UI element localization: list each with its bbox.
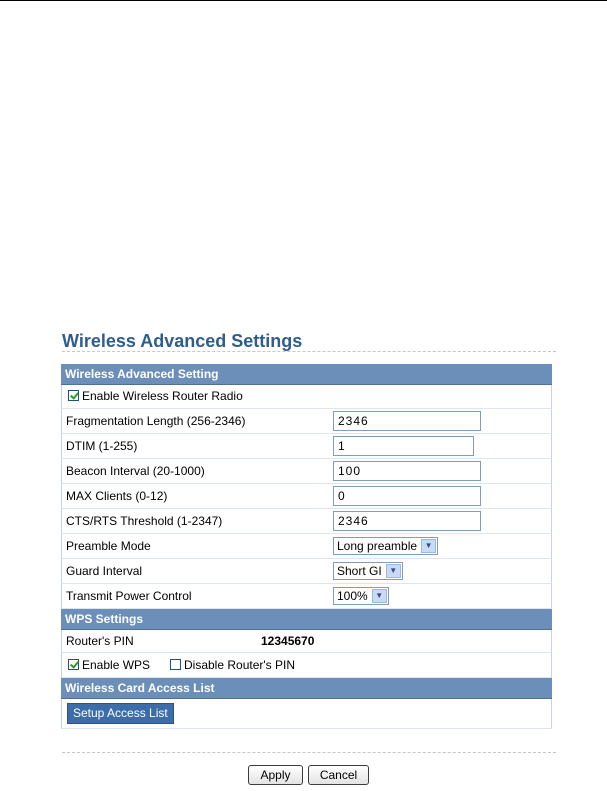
wps-section-header: WPS Settings	[61, 609, 552, 630]
preamble-select[interactable]: Long preamble ▼	[333, 537, 439, 555]
access-section-header: Wireless Card Access List	[61, 678, 552, 699]
dtim-label: DTIM (1-255)	[66, 439, 138, 453]
setup-access-list-button[interactable]: Setup Access List	[67, 703, 174, 724]
beacon-label: Beacon Interval (20-1000)	[66, 464, 205, 478]
max-clients-row: MAX Clients (0-12)	[61, 484, 552, 509]
tx-power-row: Transmit Power Control 100% ▼	[61, 584, 552, 609]
enable-radio-checkbox[interactable]	[68, 390, 79, 402]
enable-radio-option[interactable]: Enable Wireless Router Radio	[68, 385, 243, 408]
cancel-button[interactable]: Cancel	[308, 765, 369, 785]
preamble-label: Preamble Mode	[66, 539, 151, 553]
cts-rts-input[interactable]	[333, 511, 481, 531]
cts-rts-row: CTS/RTS Threshold (1-2347)	[61, 509, 552, 534]
disable-pin-option[interactable]: Disable Router's PIN	[170, 653, 295, 677]
page-title: Wireless Advanced Settings	[62, 331, 303, 351]
max-clients-input[interactable]	[333, 486, 481, 506]
footer-divider	[62, 752, 556, 753]
chevron-down-icon[interactable]: ▼	[371, 589, 387, 603]
preamble-row: Preamble Mode Long preamble ▼	[61, 534, 552, 559]
tx-power-label: Transmit Power Control	[66, 589, 192, 603]
router-pin-label: Router's PIN	[66, 634, 134, 648]
beacon-input[interactable]	[333, 461, 481, 481]
apply-button[interactable]: Apply	[248, 765, 303, 785]
guard-label: Guard Interval	[66, 564, 143, 578]
enable-wps-option[interactable]: Enable WPS	[68, 653, 150, 677]
disable-pin-checkbox[interactable]	[170, 659, 181, 671]
max-clients-label: MAX Clients (0-12)	[66, 489, 168, 503]
fragmentation-input[interactable]	[333, 411, 481, 431]
enable-radio-row: Enable Wireless Router Radio	[61, 385, 552, 409]
top-border	[0, 0, 607, 1]
chevron-down-icon[interactable]: ▼	[421, 539, 437, 553]
enable-radio-label: Enable Wireless Router Radio	[82, 389, 243, 403]
advanced-section-header: Wireless Advanced Setting	[61, 364, 552, 385]
wps-options-row: Enable WPS Disable Router's PIN	[61, 653, 552, 678]
fragmentation-label: Fragmentation Length (256-2346)	[66, 414, 246, 428]
router-pin-row: Router's PIN 12345670	[61, 630, 552, 653]
router-pin-value: 12345670	[261, 634, 315, 648]
disable-pin-label: Disable Router's PIN	[184, 658, 295, 672]
dtim-row: DTIM (1-255)	[61, 434, 552, 459]
tx-power-value: 100%	[337, 589, 368, 603]
guard-row: Guard Interval Short GI ▼	[61, 559, 552, 584]
enable-wps-checkbox[interactable]	[68, 659, 79, 671]
fragmentation-row: Fragmentation Length (256-2346)	[61, 409, 552, 434]
beacon-row: Beacon Interval (20-1000)	[61, 459, 552, 484]
guard-value: Short GI	[337, 564, 382, 578]
settings-panel: Wireless Advanced Setting Enable Wireles…	[61, 364, 552, 729]
tx-power-select[interactable]: 100% ▼	[333, 587, 389, 605]
dtim-input[interactable]	[333, 436, 474, 456]
access-row: Setup Access List	[61, 699, 552, 729]
chevron-down-icon[interactable]: ▼	[385, 564, 401, 578]
enable-wps-label: Enable WPS	[82, 658, 151, 672]
guard-select[interactable]: Short GI ▼	[333, 562, 403, 580]
title-divider	[62, 351, 556, 352]
preamble-value: Long preamble	[337, 539, 418, 553]
cts-rts-label: CTS/RTS Threshold (1-2347)	[66, 514, 223, 528]
